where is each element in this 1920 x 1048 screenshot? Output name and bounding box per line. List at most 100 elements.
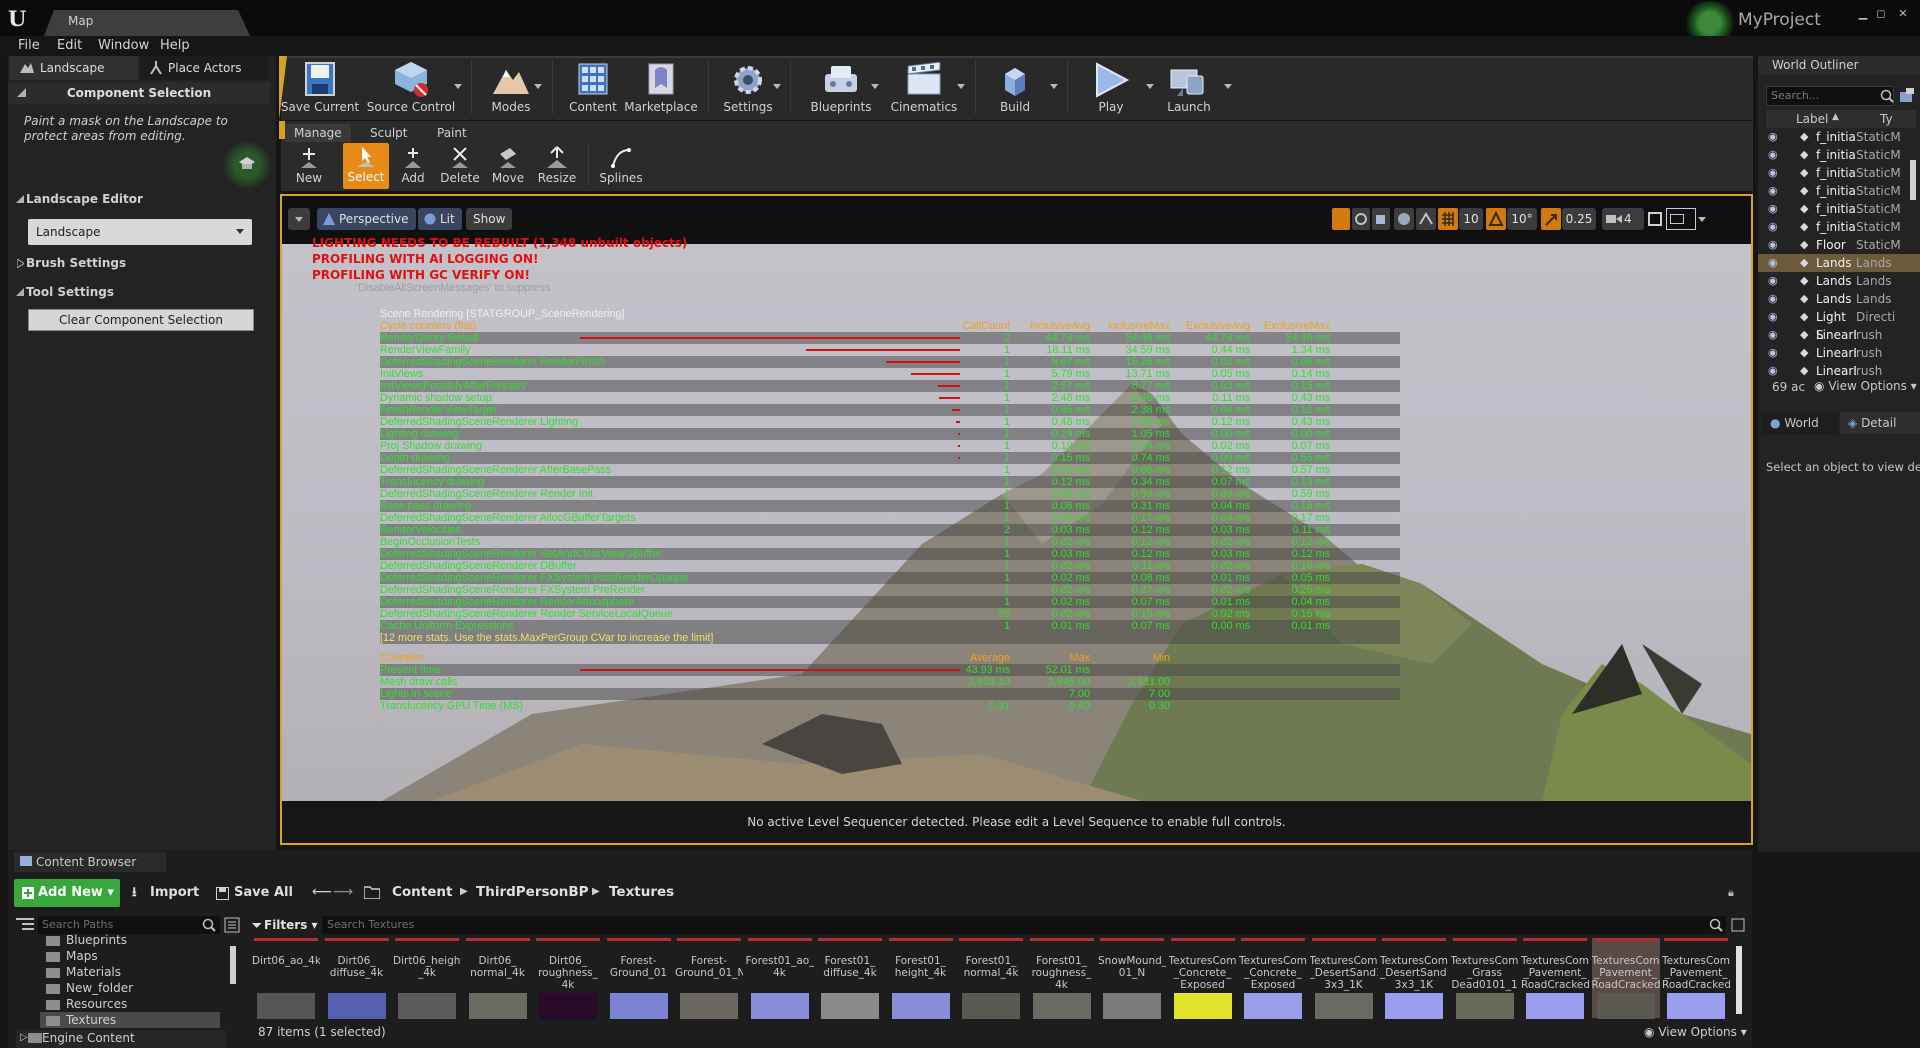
tab-world-settings[interactable]: ● World [1762, 412, 1838, 434]
asset-tile[interactable]: Forest01_ao_ 4k [746, 938, 814, 1019]
show-button[interactable]: Show [466, 208, 513, 230]
landscape-dropdown[interactable]: Landscape [28, 219, 252, 245]
scale-snap-icon[interactable] [1541, 208, 1561, 230]
save-current-button[interactable]: Save Current [279, 60, 361, 118]
visibility-eye-icon[interactable]: ◉ [1768, 362, 1778, 380]
move-tool-button[interactable]: Move [485, 145, 531, 189]
asset-tile[interactable]: Forest01_ normal_4k [957, 938, 1025, 1019]
menu-window[interactable]: Window [98, 36, 149, 56]
rotation-snap-icon[interactable] [1486, 208, 1506, 230]
outliner-search-input[interactable]: Search... [1766, 86, 1894, 106]
tab-sculpt[interactable]: Sculpt [361, 124, 416, 142]
outliner-row[interactable]: ◉ ◆ Floor StaticM [1758, 236, 1920, 254]
breadcrumb-content[interactable]: Content [392, 884, 452, 900]
world-outliner-tab[interactable]: World Outliner [1758, 56, 1920, 74]
cinematics-dropdown-icon[interactable] [957, 84, 965, 89]
folder-item[interactable]: Resources [46, 996, 226, 1012]
new-tool-button[interactable]: New [286, 145, 332, 189]
settings-dropdown-icon[interactable] [773, 84, 781, 89]
surface-snap-icon[interactable] [1416, 208, 1436, 230]
tab-manage[interactable]: Manage [285, 124, 351, 142]
grid-snap-icon[interactable] [1438, 208, 1458, 230]
forward-arrow-icon[interactable]: ⟶ [333, 884, 353, 900]
build-dropdown-icon[interactable] [1050, 84, 1058, 89]
maximize-viewport-icon[interactable] [1648, 212, 1662, 226]
visibility-eye-icon[interactable]: ◉ [1768, 182, 1778, 200]
content-view-options[interactable]: ◉ View Options ▾ [1644, 1025, 1747, 1039]
source-control-dropdown-icon[interactable] [454, 84, 462, 89]
camera-speed-button[interactable]: 4 [1602, 208, 1644, 230]
lock-icon[interactable]: 🔒︎ [1728, 886, 1734, 900]
breadcrumb-separator-icon[interactable]: ▶ [460, 886, 468, 897]
filters-button[interactable]: ⏷ Filters ▾ [252, 916, 318, 934]
modes-dropdown-icon[interactable] [534, 84, 542, 89]
menu-help[interactable]: Help [160, 36, 190, 56]
visibility-eye-icon[interactable]: ◉ [1768, 290, 1778, 308]
cinematics-button[interactable]: Cinematics [882, 60, 966, 118]
outliner-options-icon[interactable] [1898, 86, 1916, 106]
world-local-icon[interactable] [1394, 208, 1414, 230]
asset-tile[interactable]: TexturesCom _Concrete_ Exposed [1169, 938, 1237, 1019]
outliner-row[interactable]: ◉ ◆ Lands Lands [1758, 272, 1920, 290]
outliner-col-label[interactable]: Label [1796, 110, 1828, 128]
outliner-row[interactable]: ◉ ◆ LinearBrush [1758, 362, 1920, 380]
outliner-row[interactable]: ◉ ◆ LinearBrush [1758, 344, 1920, 362]
outliner-row[interactable]: ◉ ◆ f_initia StaticM [1758, 164, 1920, 182]
scale-snap-value[interactable]: 0.25 [1562, 208, 1596, 230]
visibility-eye-icon[interactable]: ◉ [1768, 236, 1778, 254]
landscape-editor-header[interactable]: Landscape Editor [8, 188, 270, 210]
play-button[interactable]: Play [1070, 60, 1152, 118]
visibility-eye-icon[interactable]: ◉ [1768, 326, 1778, 344]
asset-tile[interactable]: TexturesCom _DesertSand1 3x3_1K [1310, 938, 1378, 1019]
asset-tile[interactable]: Forest- Ground_01_N [675, 938, 743, 1019]
resize-tool-button[interactable]: Resize [534, 145, 580, 189]
visibility-eye-icon[interactable]: ◉ [1768, 200, 1778, 218]
breadcrumb-thirdpersonbp[interactable]: ThirdPersonBP [476, 884, 589, 900]
launch-button[interactable]: Launch [1148, 60, 1230, 118]
tab-details[interactable]: ◈ Detail [1840, 412, 1920, 434]
clear-component-selection-button[interactable]: Clear Component Selection [28, 309, 254, 331]
tab-place-actors[interactable]: Place Actors [140, 56, 268, 80]
visibility-eye-icon[interactable]: ◉ [1768, 164, 1778, 182]
rotation-snap-value[interactable]: 10° [1507, 208, 1537, 230]
asset-tile[interactable]: TexturesCom _DesertSand1 3x3_1K [1380, 938, 1448, 1019]
splines-tool-button[interactable]: Splines [596, 145, 646, 189]
tab-map[interactable]: Map [44, 10, 250, 36]
scale-mode-icon[interactable] [1372, 208, 1390, 230]
viewport-options-button[interactable] [288, 208, 310, 230]
add-tool-button[interactable]: Add [390, 145, 436, 189]
outliner-view-options[interactable]: ◉ View Options ▾ [1814, 379, 1917, 393]
add-new-button[interactable]: Add New ▾ [14, 879, 120, 907]
outliner-row[interactable]: ◉ ◆ Light S Directi [1758, 308, 1920, 342]
asset-tile[interactable]: SnowMound_ 01_N [1098, 938, 1166, 1019]
asset-tile[interactable]: Dirt06_ roughness_ 4k [534, 938, 602, 1019]
back-arrow-icon[interactable]: ⟵ [312, 884, 332, 900]
source-control-button[interactable]: Source Control [366, 60, 456, 118]
path-options-icon[interactable] [224, 916, 240, 934]
close-button[interactable]: ✕ [1894, 7, 1912, 21]
maximize-button[interactable]: ◻ [1872, 7, 1890, 21]
select-tool-button[interactable]: Select [343, 143, 389, 189]
tutorial-highlight[interactable] [222, 140, 272, 190]
breadcrumb-separator-icon[interactable]: ▶ [592, 886, 600, 897]
rotate-mode-icon[interactable] [1352, 208, 1370, 230]
asset-tile[interactable]: TexturesCom _Pavement_ RoadCracked [1662, 938, 1730, 1019]
lit-button[interactable]: Lit [418, 208, 462, 230]
visibility-eye-icon[interactable]: ◉ [1768, 308, 1778, 326]
visibility-eye-icon[interactable]: ◉ [1768, 272, 1778, 290]
folder-item[interactable]: New_folder [46, 980, 226, 996]
blueprints-button[interactable]: Blueprints [799, 60, 883, 118]
folder-item[interactable]: Materials [46, 964, 226, 980]
delete-tool-button[interactable]: Delete [437, 145, 483, 189]
asset-tile[interactable]: Forest01_ diffuse_4k [816, 938, 884, 1019]
menu-file[interactable]: File [18, 36, 40, 56]
save-all-button[interactable]: Save All [216, 879, 293, 907]
asset-tile[interactable]: TexturesCom _Concrete_ Exposed [1239, 938, 1307, 1019]
engine-content-folder[interactable]: ▷ Engine Content [16, 1030, 226, 1048]
tab-content-browser[interactable]: Content Browser [14, 852, 166, 872]
asset-tile[interactable]: TexturesCom _Pavement_ RoadCracked [1521, 938, 1589, 1019]
brush-settings-header[interactable]: Brush Settings [8, 252, 270, 274]
grid-snap-value[interactable]: 10 [1459, 208, 1483, 230]
history-icon[interactable] [1730, 916, 1746, 934]
folder-item[interactable]: Maps [46, 948, 226, 964]
